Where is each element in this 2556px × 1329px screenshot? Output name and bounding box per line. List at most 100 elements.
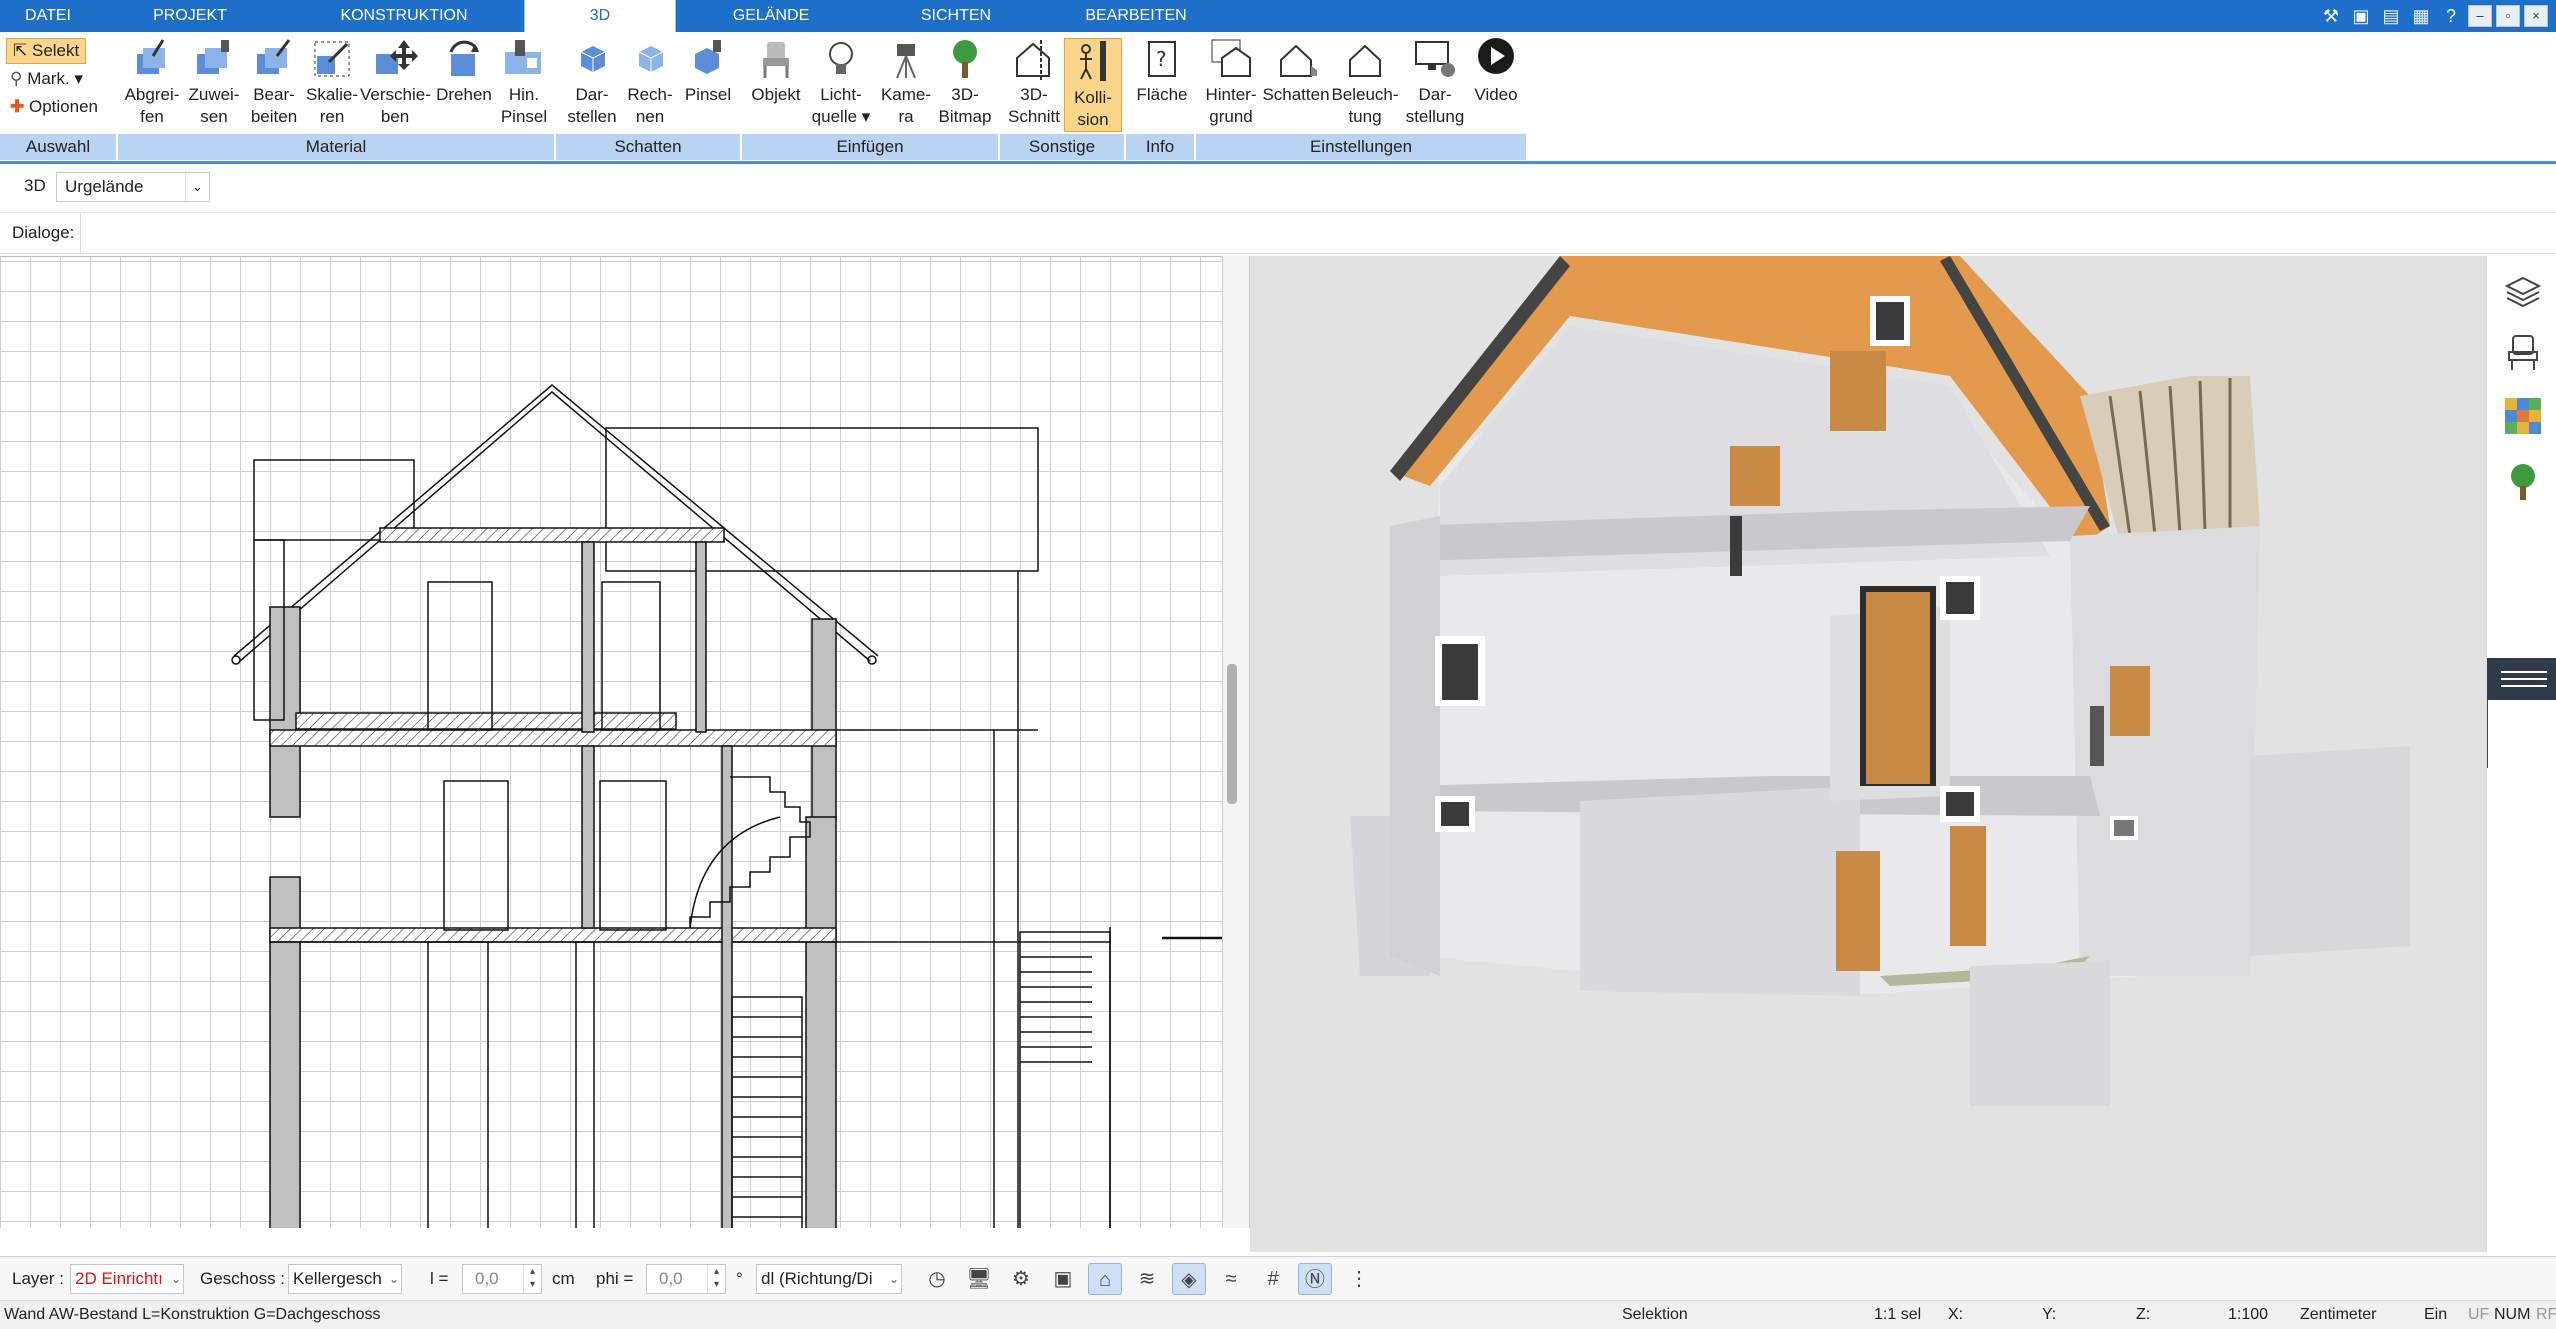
verschieben-button[interactable]: Verschie- ben — [360, 36, 431, 128]
panel-collapse-tab[interactable] — [2487, 658, 2556, 700]
help-icon[interactable]: ? — [2438, 3, 2464, 29]
background-house-icon — [1211, 39, 1251, 77]
status-scale: 1:100 — [2228, 1306, 2269, 1323]
chevron-down-icon: ⌄ — [185, 173, 209, 201]
length-stepper[interactable]: ▴ ▾ — [523, 1265, 541, 1293]
length-input[interactable]: 0,0 ▴ ▾ — [462, 1264, 542, 1294]
group-sonstige: Sonstige — [1000, 134, 1126, 160]
cursor-icon: ⇱ — [13, 41, 28, 60]
plants-tree-icon[interactable] — [2503, 462, 2543, 502]
darstellen-button[interactable]: Dar- stellen — [562, 36, 622, 128]
beleuchtung-button[interactable]: Beleuch- tung — [1330, 36, 1400, 128]
phi-stepper[interactable]: ▴ ▾ — [707, 1265, 725, 1293]
kamera-button[interactable]: Kame- ra — [876, 36, 936, 128]
lichtquelle-button[interactable]: Licht- quelle ▾ — [810, 36, 872, 128]
tab-konstruktion[interactable]: KONSTRUKTION — [284, 0, 524, 32]
bearbeiten-button[interactable]: Bear- beiten — [244, 36, 304, 128]
phi-input[interactable]: 0,0 ▴ ▾ — [646, 1264, 726, 1294]
clock-icon[interactable]: ◷ — [920, 1263, 954, 1295]
chair-catalog-icon[interactable] — [2503, 332, 2543, 372]
save-layout-icon[interactable]: ▤ — [2378, 3, 2404, 29]
camera-view-icon[interactable]: ⚙ — [1004, 1263, 1038, 1295]
status-rf: RF — [2536, 1306, 2556, 1323]
layers-icon[interactable] — [2503, 272, 2543, 312]
layout-icon[interactable]: ▦ — [2408, 3, 2434, 29]
drehen-button[interactable]: Drehen — [432, 36, 496, 106]
lighting-house-icon — [1349, 44, 1381, 77]
grid-icon[interactable]: # — [1256, 1263, 1290, 1295]
status-message: Wand AW-Bestand L=Konstruktion G=Dachges… — [4, 1306, 381, 1323]
hin-pinsel-button[interactable]: Hin. Pinsel — [496, 36, 552, 128]
tab-bearbeiten[interactable]: BEARBEITEN — [1046, 0, 1226, 32]
north-arrow-icon[interactable]: Ⓝ — [1298, 1263, 1332, 1295]
cube-calc-icon — [638, 46, 664, 72]
section-house-icon — [1016, 40, 1050, 80]
group-einstellungen: Einstellungen — [1196, 134, 1528, 160]
darstellung-label: Dar- stellung — [1405, 85, 1465, 126]
tree-icon — [953, 40, 977, 78]
kamera-label: Kame- ra — [880, 85, 932, 126]
window-restore-icon[interactable]: ▣ — [2348, 3, 2374, 29]
monitor-settings-icon — [1415, 41, 1455, 77]
skalieren-button[interactable]: Skalie- ren — [302, 36, 362, 128]
select-button[interactable]: ⇱ Selekt — [6, 38, 86, 64]
chevron-down-icon: ⌄ — [388, 1272, 399, 1286]
monitor-icon[interactable]: 🖥 — [962, 1263, 996, 1295]
layer-select[interactable]: 2D Einrichtı ⌄ — [70, 1264, 184, 1294]
zuweisen-button[interactable]: Zuwei- sen — [184, 36, 244, 128]
tab-sichten[interactable]: SICHTEN — [866, 0, 1046, 32]
hintergrund-label: Hinter- grund — [1205, 85, 1257, 126]
terrain-select-value: Urgelände — [65, 177, 144, 196]
mark-button[interactable]: ⚲ Mark. ▾ — [10, 68, 83, 90]
terrain-select[interactable]: Urgelände ⌄ — [56, 172, 210, 202]
vertical-scrollbar-thumb[interactable] — [1227, 664, 1237, 804]
group-info: Info — [1126, 134, 1196, 160]
schnitt3d-label: 3D- Schnitt — [1008, 85, 1060, 126]
phi-unit: ° — [736, 1269, 743, 1288]
rechnen-button[interactable]: Rech- nen — [622, 36, 678, 128]
schnitt3d-button[interactable]: 3D- Schnitt — [1004, 36, 1064, 128]
status-selection: 1:1 sel — [1874, 1306, 1922, 1323]
bitmap3d-button[interactable]: 3D- Bitmap — [934, 36, 996, 128]
brush-icon — [505, 40, 541, 74]
roof-display-icon[interactable]: ⌂ — [1088, 1263, 1122, 1295]
minimize-button[interactable]: – — [2468, 5, 2492, 27]
tab-gelaende[interactable]: GELÄNDE — [676, 0, 866, 32]
darstellung-button[interactable]: Dar- stellung — [1404, 36, 1466, 128]
layers-stack-icon[interactable]: ▣ — [1046, 1263, 1080, 1295]
abgreifen-button[interactable]: Abgrei- fen — [122, 36, 182, 128]
objekt-button[interactable]: Objekt — [746, 36, 806, 106]
pinsel-button[interactable]: Pinsel — [680, 36, 736, 106]
terrain-icon[interactable]: ≈ — [1214, 1263, 1248, 1295]
view-splitter[interactable] — [1222, 256, 1250, 1228]
section-view-2d[interactable] — [0, 256, 1222, 1228]
floor-plane-icon[interactable]: ◈ — [1172, 1263, 1206, 1295]
tab-datei[interactable]: DATEI — [0, 0, 96, 32]
section-drawing — [231, 384, 1222, 1228]
tab-projekt[interactable]: PROJEKT — [96, 0, 284, 32]
chevron-down-icon: ⌄ — [170, 1272, 181, 1286]
flaeche-button[interactable]: ? Fläche — [1134, 36, 1190, 106]
tools-icon[interactable]: ⚒ — [2318, 3, 2344, 29]
video-button[interactable]: Video — [1468, 36, 1524, 106]
direction-select[interactable]: dl (Richtung/Di ⌄ — [756, 1264, 902, 1294]
more-options-icon[interactable]: ⋮ — [1342, 1263, 1376, 1295]
maximize-button[interactable]: ▫ — [2496, 5, 2520, 27]
geschoss-select[interactable]: Kellergesch ⌄ — [288, 1264, 402, 1294]
close-button[interactable]: × — [2524, 5, 2548, 27]
beleuchtung-label: Beleuch- tung — [1331, 85, 1399, 126]
hintergrund-button[interactable]: Hinter- grund — [1200, 36, 1262, 128]
tab-3d[interactable]: 3D — [524, 0, 676, 32]
rechnen-label: Rech- nen — [627, 85, 673, 126]
schatten-einst-button[interactable]: Schatten — [1262, 36, 1330, 106]
kollision-button[interactable]: Kolli- sion — [1064, 38, 1122, 132]
view-3d[interactable] — [1250, 256, 2486, 1252]
scale-icon — [314, 41, 350, 77]
status-x: X: — [1948, 1306, 1964, 1323]
darstellen-label: Dar- stellen — [567, 85, 617, 126]
chair-icon — [763, 42, 789, 78]
lightbulb-icon — [829, 42, 853, 74]
options-button[interactable]: ✚ Optionen — [10, 96, 98, 118]
materials-palette-icon[interactable] — [2503, 396, 2543, 436]
hatch-icon[interactable]: ≋ — [1130, 1263, 1164, 1295]
